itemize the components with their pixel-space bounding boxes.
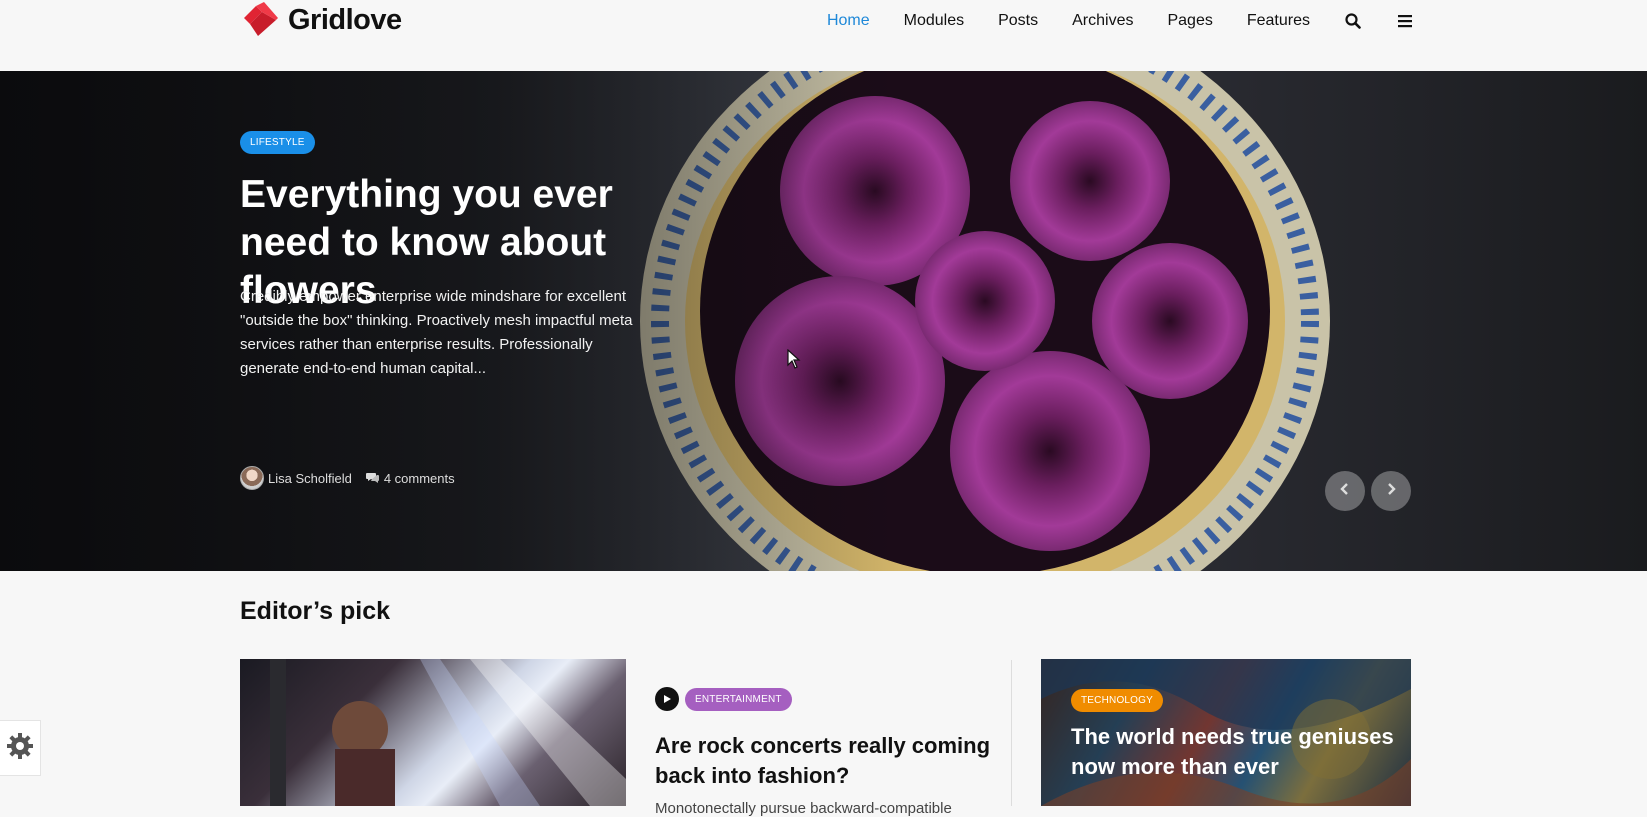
nav-item-home[interactable]: Home [827,12,870,30]
play-icon[interactable] [655,687,679,711]
site-logo[interactable]: Gridlove [240,0,402,40]
post-card-rock-concerts: ENTERTAINMENT Are rock concerts really c… [655,687,995,817]
logo-text: Gridlove [288,3,402,36]
post-excerpt: Monotonectally pursue backward-compatibl… [655,800,952,817]
gear-icon [6,732,34,765]
column-divider [1011,660,1012,806]
site-header: Gridlove Home Modules Posts Archives Pag… [0,0,1647,71]
section-title-editors-pick: Editor’s pick [240,597,391,625]
category-badge-lifestyle[interactable]: LIFESTYLE [240,131,315,154]
search-icon[interactable] [1344,12,1362,30]
author-link[interactable]: Lisa Scholfield [240,466,352,490]
logo-diamond-icon [240,2,280,38]
post-title[interactable]: The world needs true geniuses now more t… [1071,722,1401,782]
chevron-right-icon [1386,482,1396,501]
nav-item-features[interactable]: Features [1247,12,1310,30]
hero-meta: Lisa Scholfield 4 comments [240,466,455,490]
comment-icon [365,471,379,486]
category-badge-technology[interactable]: TECHNOLOGY [1071,689,1164,712]
nav-item-pages[interactable]: Pages [1167,12,1212,30]
nav-item-posts[interactable]: Posts [998,12,1038,30]
concert-post-image[interactable] [240,659,626,806]
hero-excerpt: Credibly empower enterprise wide mindsha… [240,288,633,377]
comments-count: 4 comments [383,470,455,486]
post-card-geniuses[interactable]: TECHNOLOGY The world needs true geniuses… [1041,659,1411,806]
slider-next-button[interactable] [1371,471,1411,511]
menu-icon[interactable] [1396,12,1414,30]
card2-badges: ENTERTAINMENT [655,687,995,711]
mouse-cursor-icon [787,349,801,369]
settings-panel-toggle[interactable] [0,720,41,776]
main-navigation: Home Modules Posts Archives Pages Featur… [827,0,1414,42]
featured-post-hero[interactable]: LIFESTYLE Everything you ever need to kn… [0,71,1647,571]
comments-link[interactable]: 4 comments [365,470,455,486]
post-title[interactable]: Are rock concerts really coming back int… [655,731,995,791]
nav-item-modules[interactable]: Modules [904,12,964,30]
category-badge-entertainment[interactable]: ENTERTAINMENT [685,687,792,711]
author-name: Lisa Scholfield [268,470,352,486]
author-avatar [240,466,264,490]
slider-prev-button[interactable] [1325,471,1365,511]
chevron-left-icon [1340,482,1350,501]
nav-item-archives[interactable]: Archives [1072,12,1133,30]
